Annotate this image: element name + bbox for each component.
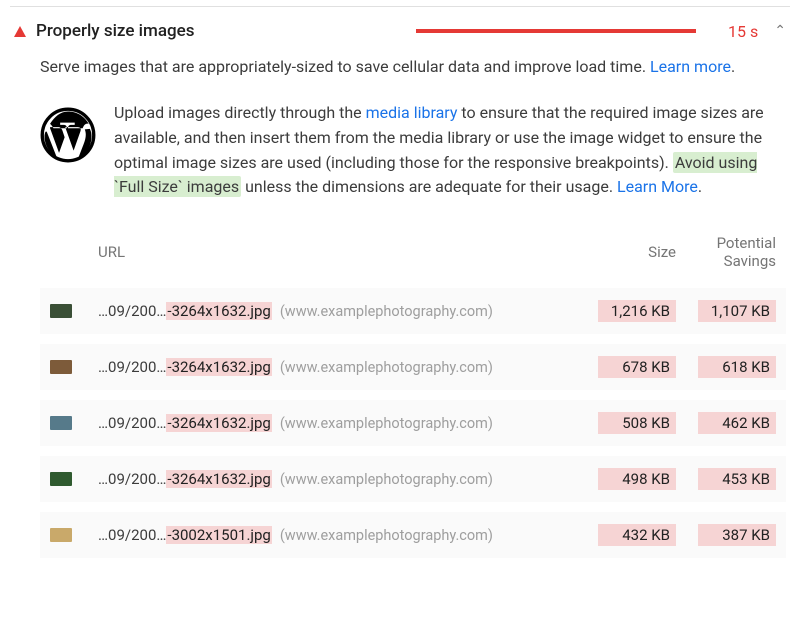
- table-header: URL Size Potential Savings: [40, 228, 786, 288]
- url-highlighted: -3264x1632.jpg: [166, 414, 271, 432]
- learn-more-link[interactable]: Learn more: [650, 57, 731, 76]
- url-cell: …09/200…-3002x1501.jpg (www.examplephotog…: [98, 526, 580, 544]
- audit-description: Serve images that are appropriately-size…: [40, 55, 786, 79]
- audit-body: Serve images that are appropriately-size…: [10, 51, 790, 578]
- image-thumbnail: [50, 304, 72, 318]
- stack-tip: Upload images directly through the media…: [40, 101, 786, 200]
- url-domain: (www.examplephotography.com): [280, 471, 493, 488]
- column-savings: Potential Savings: [676, 234, 776, 270]
- table-row[interactable]: …09/200…-3264x1632.jpg (www.examplephotog…: [40, 400, 786, 446]
- audit-item: Properly size images 15 s ⌃ Serve images…: [10, 6, 790, 578]
- image-thumbnail: [50, 416, 72, 430]
- table-row[interactable]: …09/200…-3002x1501.jpg (www.examplephotog…: [40, 512, 786, 558]
- table-row[interactable]: …09/200…-3264x1632.jpg (www.examplephotog…: [40, 344, 786, 390]
- size-cell: 1,216 KB: [580, 300, 676, 322]
- description-text: Serve images that are appropriately-size…: [40, 57, 650, 76]
- table-row[interactable]: …09/200…-3264x1632.jpg (www.examplephotog…: [40, 288, 786, 334]
- savings-cell: 618 KB: [676, 356, 776, 378]
- impact-bar: [416, 29, 696, 33]
- media-library-link[interactable]: media library: [366, 103, 458, 122]
- size-cell: 678 KB: [580, 356, 676, 378]
- audit-time: 15 s: [728, 22, 758, 41]
- savings-cell: 387 KB: [676, 524, 776, 546]
- chevron-up-icon[interactable]: ⌃: [774, 23, 786, 39]
- opportunity-table: URL Size Potential Savings …09/200…-3264…: [40, 228, 786, 558]
- savings-cell: 462 KB: [676, 412, 776, 434]
- url-highlighted: -3264x1632.jpg: [166, 470, 271, 488]
- url-domain: (www.examplephotography.com): [280, 415, 493, 432]
- table-row[interactable]: …09/200…-3264x1632.jpg (www.examplephotog…: [40, 456, 786, 502]
- url-prefix: …09/200…: [98, 414, 166, 432]
- image-thumbnail: [50, 528, 72, 542]
- size-cell: 508 KB: [580, 412, 676, 434]
- url-prefix: …09/200…: [98, 358, 166, 376]
- fail-triangle-icon: [14, 26, 26, 37]
- savings-cell: 1,107 KB: [676, 300, 776, 322]
- savings-cell: 453 KB: [676, 468, 776, 490]
- column-url: URL: [98, 243, 580, 261]
- image-thumbnail: [50, 360, 72, 374]
- url-cell: …09/200…-3264x1632.jpg (www.examplephotog…: [98, 470, 580, 488]
- wordpress-icon: [40, 107, 96, 163]
- url-cell: …09/200…-3264x1632.jpg (www.examplephotog…: [98, 358, 580, 376]
- url-domain: (www.examplephotography.com): [280, 303, 493, 320]
- url-prefix: …09/200…: [98, 526, 166, 544]
- url-cell: …09/200…-3264x1632.jpg (www.examplephotog…: [98, 302, 580, 320]
- image-thumbnail: [50, 472, 72, 486]
- url-highlighted: -3264x1632.jpg: [166, 358, 271, 376]
- size-cell: 432 KB: [580, 524, 676, 546]
- size-cell: 498 KB: [580, 468, 676, 490]
- audit-header[interactable]: Properly size images 15 s ⌃: [10, 7, 790, 51]
- audit-title: Properly size images: [36, 21, 194, 41]
- url-domain: (www.examplephotography.com): [280, 527, 493, 544]
- stack-tip-text: Upload images directly through the media…: [114, 101, 786, 200]
- column-size: Size: [580, 243, 676, 261]
- url-prefix: …09/200…: [98, 470, 166, 488]
- url-highlighted: -3264x1632.jpg: [166, 302, 271, 320]
- url-prefix: …09/200…: [98, 302, 166, 320]
- url-domain: (www.examplephotography.com): [280, 359, 493, 376]
- url-cell: …09/200…-3264x1632.jpg (www.examplephotog…: [98, 414, 580, 432]
- tip-learn-more-link[interactable]: Learn More: [617, 177, 698, 196]
- url-highlighted: -3002x1501.jpg: [166, 526, 271, 544]
